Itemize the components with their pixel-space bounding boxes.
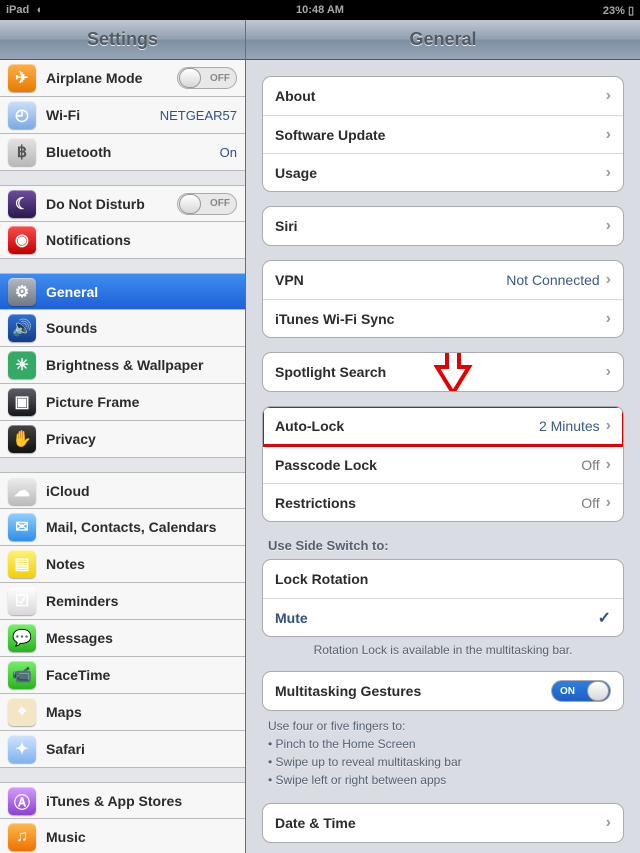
chevron-right-icon: › — [606, 271, 611, 289]
row-date-time[interactable]: Date & Time › — [263, 804, 623, 842]
row-siri[interactable]: Siri › — [263, 207, 623, 245]
group-autolock: Auto-Lock 2 Minutes › Passcode Lock Off … — [262, 406, 624, 522]
mail-icon: ✉ — [8, 513, 36, 541]
group-datetime: Date & Time › — [262, 803, 624, 843]
sidebar-item-brightness[interactable]: ☀ Brightness & Wallpaper — [0, 347, 245, 384]
picture-frame-icon: ▣ — [8, 388, 36, 416]
sidebar-item-maps[interactable]: ⌖ Maps — [0, 694, 245, 731]
status-bar: iPad ◖ 10:48 AM 23% ▯ — [0, 0, 640, 20]
row-vpn[interactable]: VPN Not Connected › — [263, 261, 623, 299]
chevron-right-icon: › — [606, 363, 611, 381]
facetime-icon: 📹 — [8, 661, 36, 689]
row-software-update[interactable]: Software Update › — [263, 115, 623, 153]
notes-icon: ▤ — [8, 550, 36, 578]
hand-icon: ✋ — [8, 425, 36, 453]
sidebar-item-messages[interactable]: 💬 Messages — [0, 620, 245, 657]
row-auto-lock[interactable]: Auto-Lock 2 Minutes › — [263, 407, 623, 445]
status-time: 10:48 AM — [0, 4, 640, 16]
brightness-icon: ☀ — [8, 351, 36, 379]
notifications-icon: ◉ — [8, 226, 36, 254]
chevron-right-icon: › — [606, 310, 611, 328]
sidebar-item-wifi[interactable]: ◴ Wi-Fi NETGEAR57 — [0, 97, 245, 134]
maps-icon: ⌖ — [8, 698, 36, 726]
safari-icon: ✦ — [8, 735, 36, 763]
chevron-right-icon: › — [606, 126, 611, 144]
messages-icon: 💬 — [8, 624, 36, 652]
sidebar-item-reminders[interactable]: ☑ Reminders — [0, 583, 245, 620]
group-side-switch: Lock Rotation Mute ✓ — [262, 559, 624, 637]
sidebar-item-safari[interactable]: ✦ Safari — [0, 731, 245, 768]
chevron-right-icon: › — [606, 217, 611, 235]
group-multitask: Multitasking Gestures ON — [262, 671, 624, 711]
group-spotlight: Spotlight Search › — [262, 352, 624, 392]
row-about[interactable]: About › — [263, 77, 623, 115]
gear-icon: ⚙ — [8, 278, 36, 306]
group-siri: Siri › — [262, 206, 624, 246]
multitask-toggle[interactable]: ON — [551, 680, 611, 702]
row-itunes-wifi-sync[interactable]: iTunes Wi-Fi Sync › — [263, 299, 623, 337]
group-about: About › Software Update › Usage › — [262, 76, 624, 192]
sidebar-item-notifications[interactable]: ◉ Notifications — [0, 222, 245, 259]
sidebar-item-airplane[interactable]: ✈ Airplane Mode OFF — [0, 60, 245, 97]
chevron-right-icon: › — [606, 87, 611, 105]
group-vpn: VPN Not Connected › iTunes Wi-Fi Sync › — [262, 260, 624, 338]
sidebar-item-icloud[interactable]: ☁ iCloud — [0, 472, 245, 509]
chevron-right-icon: › — [606, 417, 611, 435]
chevron-right-icon: › — [606, 456, 611, 474]
sidebar-item-music[interactable]: ♫ Music — [0, 819, 245, 853]
reminders-icon: ☑ — [8, 587, 36, 615]
sidebar-title: Settings — [0, 20, 245, 60]
itunes-store-icon: Ⓐ — [8, 787, 36, 815]
chevron-right-icon: › — [606, 814, 611, 832]
sidebar-item-itunes-store[interactable]: Ⓐ iTunes & App Stores — [0, 782, 245, 819]
sidebar: Settings ✈ Airplane Mode OFF ◴ Wi-Fi NET… — [0, 20, 246, 853]
side-switch-note: Rotation Lock is available in the multit… — [262, 643, 624, 657]
moon-icon: ☾ — [8, 190, 36, 218]
row-passcode-lock[interactable]: Passcode Lock Off › — [263, 445, 623, 483]
sidebar-item-notes[interactable]: ▤ Notes — [0, 546, 245, 583]
row-mute[interactable]: Mute ✓ — [263, 598, 623, 636]
dnd-toggle[interactable]: OFF — [177, 193, 237, 215]
row-spotlight-search[interactable]: Spotlight Search › — [263, 353, 623, 391]
side-switch-label: Use Side Switch to: — [268, 538, 618, 553]
music-icon: ♫ — [8, 823, 36, 851]
multitask-note: Use four or five fingers to: • Pinch to … — [268, 717, 618, 789]
sidebar-item-dnd[interactable]: ☾ Do Not Disturb OFF — [0, 185, 245, 222]
speaker-icon: 🔊 — [8, 314, 36, 342]
chevron-right-icon: › — [606, 164, 611, 182]
airplane-toggle[interactable]: OFF — [177, 67, 237, 89]
sidebar-item-privacy[interactable]: ✋ Privacy — [0, 421, 245, 458]
row-lock-rotation[interactable]: Lock Rotation — [263, 560, 623, 598]
sidebar-item-picture-frame[interactable]: ▣ Picture Frame — [0, 384, 245, 421]
row-restrictions[interactable]: Restrictions Off › — [263, 483, 623, 521]
battery-icon: ▯ — [628, 5, 634, 17]
bluetooth-icon: ฿ — [8, 138, 36, 166]
cloud-icon: ☁ — [8, 477, 36, 505]
sidebar-item-bluetooth[interactable]: ฿ Bluetooth On — [0, 134, 245, 171]
row-multitasking-gestures[interactable]: Multitasking Gestures ON — [263, 672, 623, 710]
sidebar-item-general[interactable]: ⚙ General — [0, 273, 245, 310]
detail-title: General — [246, 20, 640, 60]
status-battery: 23% ▯ — [603, 4, 634, 17]
wifi-icon: ◴ — [8, 101, 36, 129]
status-device: iPad ◖ — [6, 4, 42, 16]
chevron-right-icon: › — [606, 494, 611, 512]
checkmark-icon: ✓ — [598, 608, 611, 628]
sidebar-item-facetime[interactable]: 📹 FaceTime — [0, 657, 245, 694]
sidebar-item-sounds[interactable]: 🔊 Sounds — [0, 310, 245, 347]
detail-pane: General About › Software Update › Usage … — [246, 20, 640, 853]
airplane-icon: ✈ — [8, 64, 36, 92]
wifi-signal-icon: ◖ — [32, 4, 42, 16]
sidebar-item-mail[interactable]: ✉ Mail, Contacts, Calendars — [0, 509, 245, 546]
row-usage[interactable]: Usage › — [263, 153, 623, 191]
